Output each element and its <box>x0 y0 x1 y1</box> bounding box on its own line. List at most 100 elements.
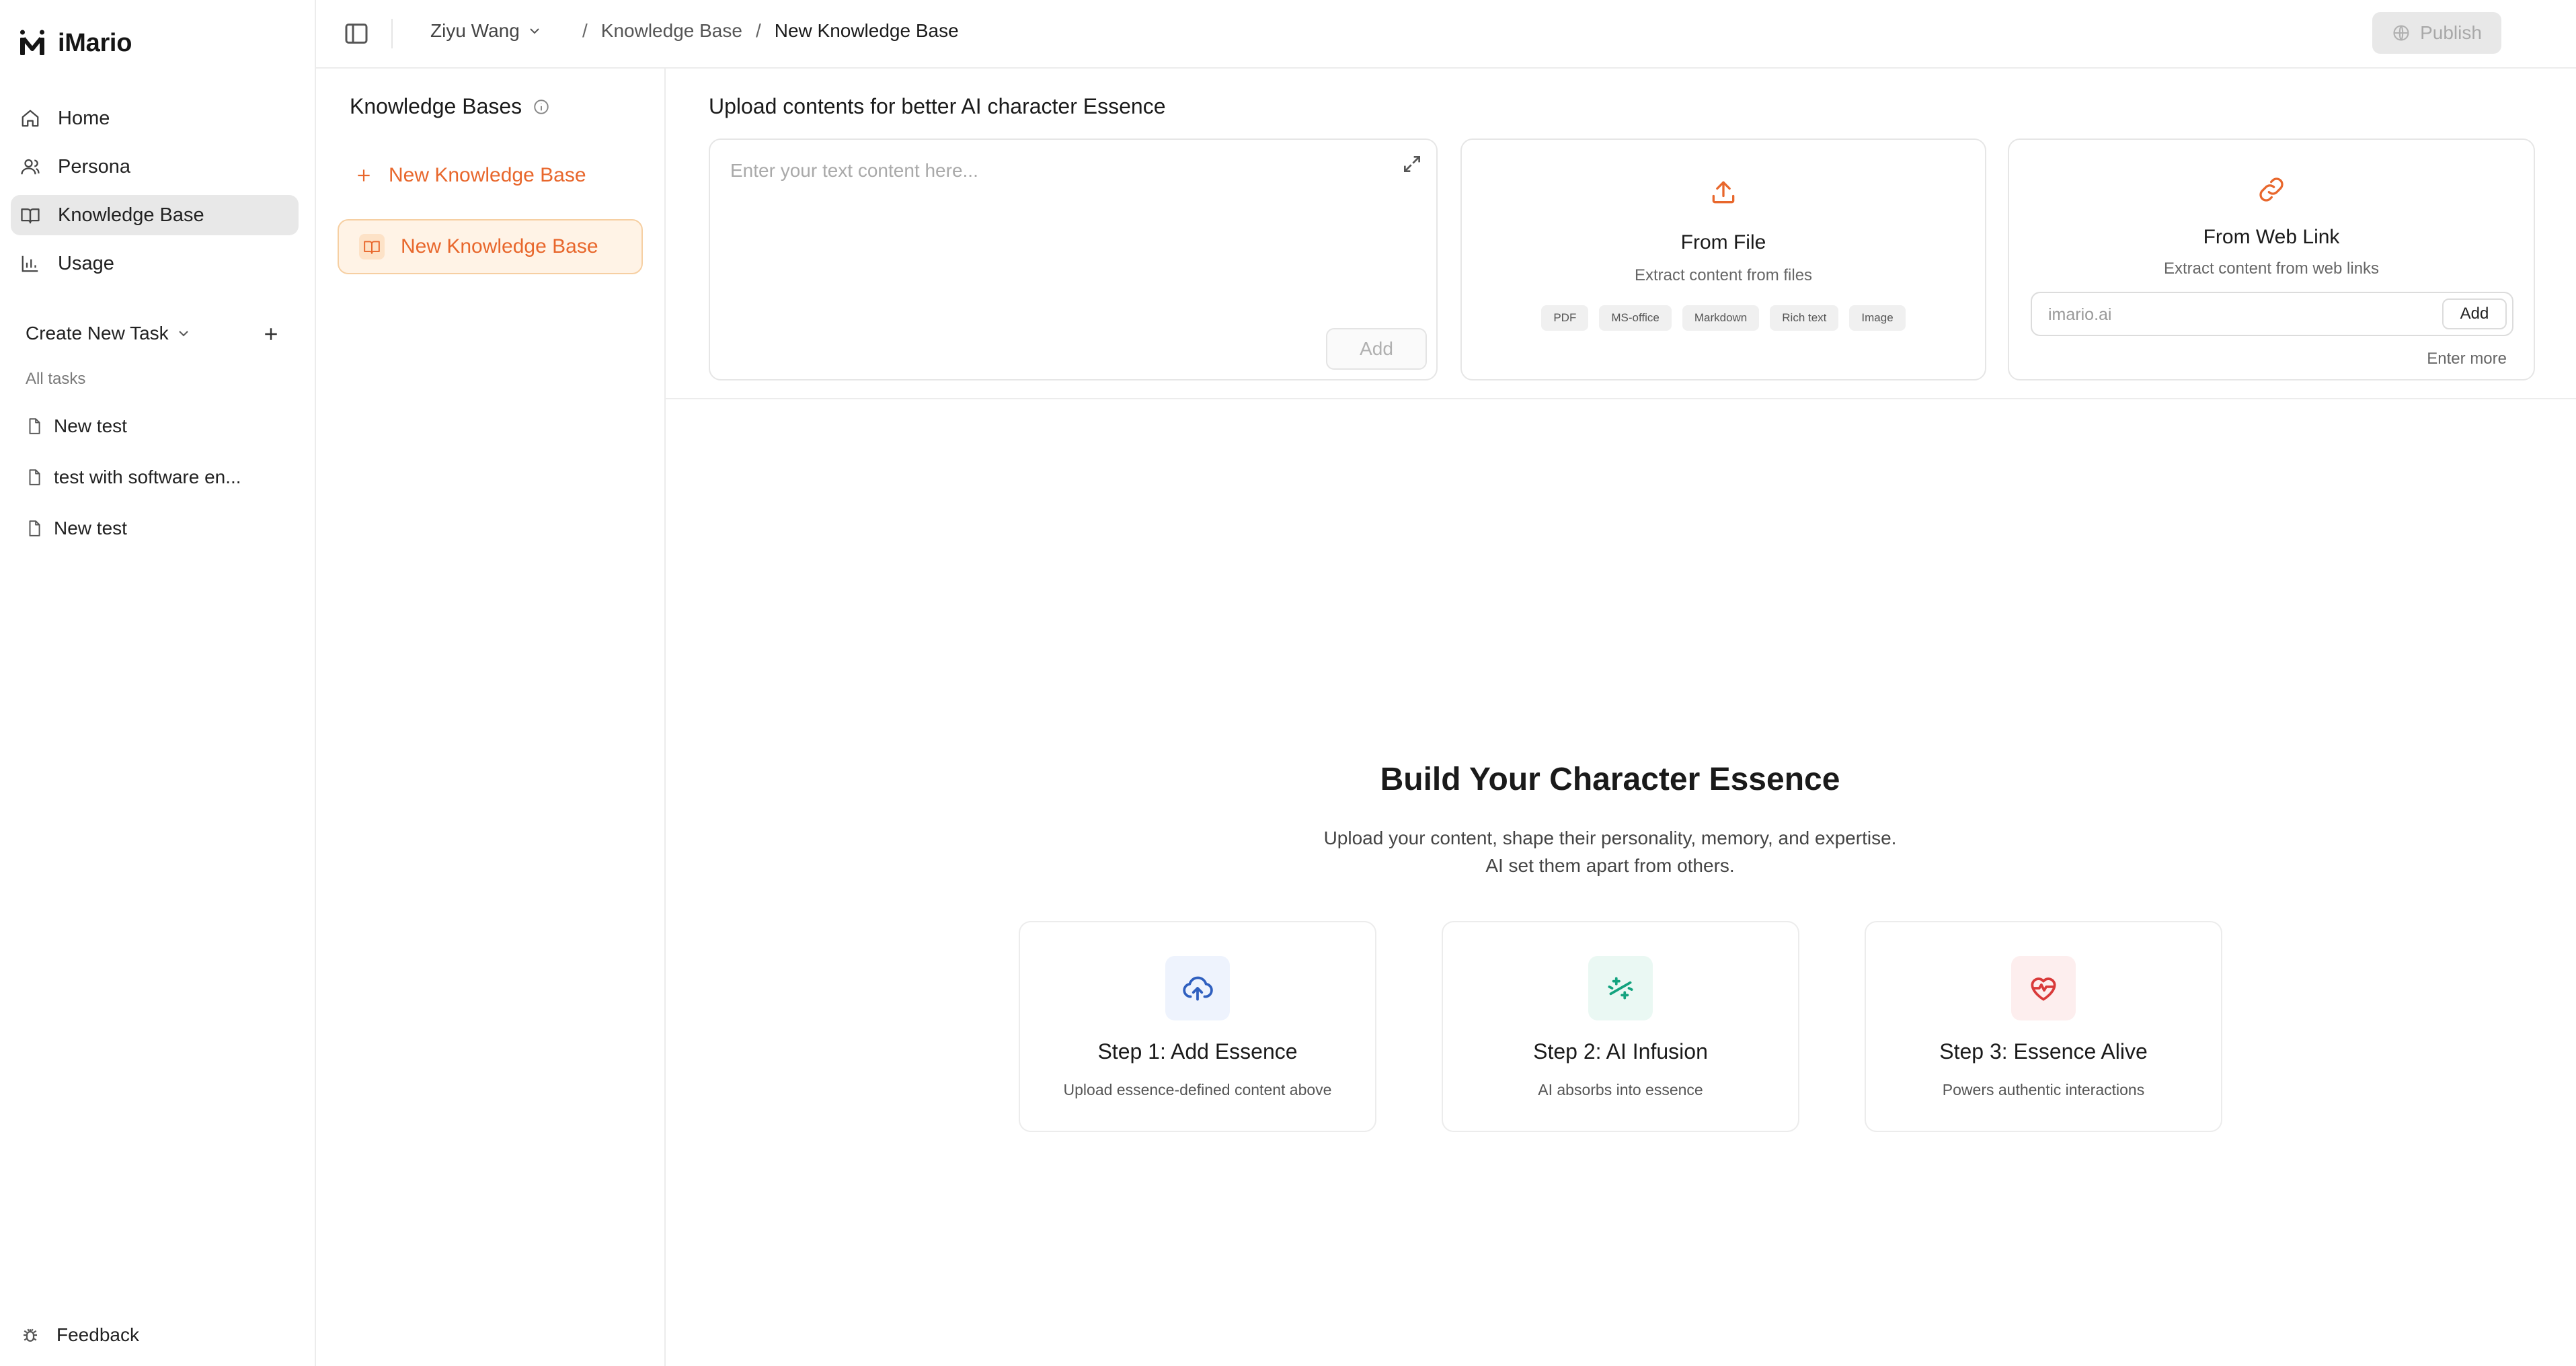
publish-label: Publish <box>2420 22 2482 43</box>
from-file-card[interactable]: From File Extract content from files PDF… <box>1460 138 1986 380</box>
create-task-label: Create New Task <box>26 323 169 344</box>
publish-button[interactable]: Publish <box>2372 12 2501 54</box>
task-item[interactable]: New test <box>26 401 288 452</box>
breadcrumb-separator: / <box>755 20 761 41</box>
chevron-down-icon <box>530 28 539 34</box>
nav-item-label: Usage <box>58 252 114 274</box>
all-tasks-label: All tasks <box>26 370 86 388</box>
step-title: Step 2: AI Infusion <box>1533 1039 1708 1063</box>
bar-chart-icon <box>22 255 38 272</box>
file-type-chip: MS-office <box>1599 305 1672 331</box>
user-name: Ziyu Wang <box>430 20 520 41</box>
hero-subtitle-line: Upload your content, shape their persona… <box>1323 828 1897 848</box>
globe-icon <box>2393 25 2409 41</box>
user-menu[interactable]: Ziyu Wang <box>430 20 543 42</box>
nav-item-home[interactable]: Home <box>11 98 299 138</box>
file-type-chip: Image <box>1849 305 1906 331</box>
step-subtitle: Powers authentic interactions <box>1942 1081 2145 1098</box>
breadcrumb: / Knowledge Base / New Knowledge Base <box>569 20 959 42</box>
hero-subtitle: Upload your content, shape their persona… <box>655 824 2565 879</box>
knowledge-base-item-label: New Knowledge Base <box>401 235 598 257</box>
panel-title-text: Knowledge Bases <box>350 94 522 118</box>
panel-title: Knowledge Bases <box>350 94 550 119</box>
file-type-chip: Rich text <box>1770 305 1839 331</box>
task-label: New test <box>54 415 127 436</box>
main-nav: Home Persona Knowledge Base Usage <box>11 98 299 292</box>
text-content-card: Enter your text content here... Add <box>709 138 1438 380</box>
divider <box>391 19 393 48</box>
task-list: New test test with software en... New te… <box>26 401 288 554</box>
new-knowledge-base-button[interactable]: New Knowledge Base <box>355 164 586 187</box>
sidebar: iMario Home Persona Knowledge Base Usage… <box>0 0 316 1366</box>
new-knowledge-base-label: New Knowledge Base <box>389 164 586 186</box>
nav-item-label: Home <box>58 107 110 129</box>
task-item[interactable]: New test <box>26 503 288 554</box>
main-content: Upload contents for better AI character … <box>666 69 2576 1366</box>
create-task-menu[interactable]: Create New Task <box>26 323 281 344</box>
step-subtitle: AI absorbs into essence <box>1538 1081 1703 1098</box>
book-icon <box>21 208 40 224</box>
nav-item-label: Knowledge Base <box>58 204 204 226</box>
breadcrumb-current: New Knowledge Base <box>774 20 959 41</box>
from-web-link-subtitle: Extract content from web links <box>2163 259 2380 278</box>
breadcrumb-separator: / <box>582 20 588 41</box>
step-card-essence-alive: Step 3: Essence Alive Powers authentic i… <box>1865 921 2222 1132</box>
step-icon-box <box>1165 956 1230 1020</box>
step-icon-box <box>1588 956 1653 1020</box>
step-card-ai-infusion: Step 2: AI Infusion AI absorbs into esse… <box>1442 921 1799 1132</box>
task-item[interactable]: test with software en... <box>26 452 288 503</box>
file-type-chips: PDF MS-office Markdown Rich text Image <box>1462 305 1985 331</box>
task-label: test with software en... <box>54 467 241 487</box>
nav-item-label: Persona <box>58 155 131 177</box>
from-file-subtitle: Extract content from files <box>1634 266 1813 284</box>
upload-icon <box>1712 181 1735 204</box>
app-name: iMario <box>58 28 132 57</box>
file-type-chip: Markdown <box>1682 305 1760 331</box>
web-link-field: imario.ai Add <box>2031 292 2513 336</box>
breadcrumb-knowledge-base[interactable]: Knowledge Base <box>601 20 742 42</box>
nav-item-usage[interactable]: Usage <box>11 243 299 284</box>
divider <box>666 398 2576 399</box>
knowledge-base-item[interactable]: New Knowledge Base <box>338 219 643 274</box>
sidebar-toggle-icon[interactable] <box>343 20 370 47</box>
from-web-link-card: From Web Link Extract content from web l… <box>2008 138 2535 380</box>
document-icon <box>29 520 40 536</box>
top-bar: Ziyu Wang / Knowledge Base / New Knowled… <box>316 0 2576 69</box>
feedback-label: Feedback <box>56 1324 139 1345</box>
expand-icon[interactable] <box>1401 153 1423 175</box>
web-link-input[interactable]: imario.ai <box>2048 305 2111 325</box>
add-text-button[interactable]: Add <box>1326 328 1427 370</box>
step-icon-box <box>2011 956 2076 1020</box>
from-file-title: From File <box>1680 231 1766 253</box>
add-link-button[interactable]: Add <box>2442 298 2507 329</box>
add-task-icon[interactable] <box>261 324 281 344</box>
text-content-input[interactable]: Enter your text content here... <box>730 160 1362 182</box>
step-subtitle: Upload essence-defined content above <box>1063 1081 1332 1098</box>
plus-icon <box>358 169 370 182</box>
link-icon <box>2259 177 2284 202</box>
info-icon[interactable] <box>533 98 550 116</box>
step-card-add-essence: Step 1: Add Essence Upload essence-defin… <box>1019 921 1376 1132</box>
chevron-down-icon <box>178 331 188 337</box>
from-web-link-title: From Web Link <box>2203 226 2340 248</box>
task-label: New test <box>54 518 127 538</box>
file-type-chip: PDF <box>1541 305 1589 331</box>
nav-item-knowledge-base[interactable]: Knowledge Base <box>11 195 299 235</box>
nav-item-persona[interactable]: Persona <box>11 147 299 187</box>
hero-title: Build Your Character Essence <box>1380 762 1840 797</box>
bug-icon <box>24 1328 37 1342</box>
brand[interactable]: iMario <box>17 28 132 58</box>
document-icon <box>29 418 40 434</box>
enter-more-link[interactable]: Enter more <box>2427 350 2507 368</box>
knowledge-base-list-panel: Knowledge Bases New Knowledge Base New K… <box>316 69 666 1366</box>
step-title: Step 3: Essence Alive <box>1939 1039 2148 1063</box>
upload-title: Upload contents for better AI character … <box>709 94 1166 118</box>
feedback-link[interactable]: Feedback <box>20 1324 139 1346</box>
imario-logo-icon <box>20 30 44 55</box>
home-icon <box>22 110 39 127</box>
hero-subtitle-line: AI set them apart from others. <box>1485 855 1735 876</box>
document-icon <box>29 469 40 485</box>
heart-pulse-icon <box>2031 977 2056 1001</box>
user-icon <box>21 159 40 175</box>
step-title: Step 1: Add Essence <box>1097 1039 1298 1063</box>
